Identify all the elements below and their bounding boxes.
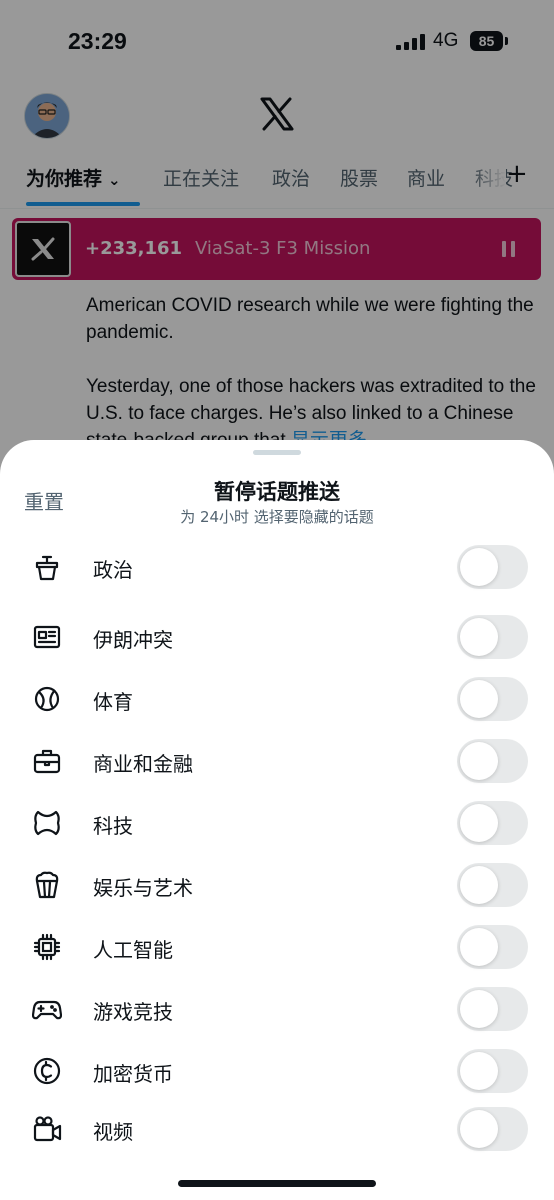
topic-label: 商业和金融 (93, 752, 193, 776)
pause-topics-sheet: 重置 暂停话题推送 为 24小时 选择要隐藏的话题 政治 伊朗冲突 体育 商业和… (0, 440, 554, 1200)
toggle-knob (460, 1110, 498, 1148)
briefcase-icon (32, 746, 62, 776)
topic-toggle[interactable] (457, 1107, 528, 1151)
topic-row-crypto: 加密货币 (0, 1040, 554, 1102)
topic-toggle[interactable] (457, 863, 528, 907)
toggle-knob (460, 928, 498, 966)
video-camera-icon (32, 1114, 62, 1144)
topic-row-ai: 人工智能 (0, 916, 554, 978)
toggle-knob (460, 680, 498, 718)
crypto-icon (32, 1056, 62, 1086)
sheet-grabber[interactable] (253, 450, 301, 455)
toggle-knob (460, 548, 498, 586)
topic-label: 娱乐与艺术 (93, 876, 193, 900)
gamepad-icon (32, 994, 62, 1024)
news-icon (32, 622, 62, 652)
topic-toggle[interactable] (457, 615, 528, 659)
topic-label: 人工智能 (93, 938, 173, 962)
chip-icon (32, 932, 62, 962)
topic-toggle[interactable] (457, 677, 528, 721)
topic-row-sports: 体育 (0, 668, 554, 730)
topic-label: 政治 (93, 558, 133, 582)
home-indicator[interactable] (178, 1180, 376, 1187)
sheet-subtitle: 为 24小时 选择要隐藏的话题 (180, 508, 374, 526)
topic-toggle[interactable] (457, 739, 528, 783)
toggle-knob (460, 1052, 498, 1090)
topic-row-business-finance: 商业和金融 (0, 730, 554, 792)
toggle-knob (460, 866, 498, 904)
topic-row-entertainment-arts: 娱乐与艺术 (0, 854, 554, 916)
podium-icon (32, 552, 62, 582)
topic-toggle[interactable] (457, 987, 528, 1031)
topic-row-gaming: 游戏竞技 (0, 978, 554, 1040)
tech-icon (32, 808, 62, 838)
toggle-knob (460, 618, 498, 656)
popcorn-icon (32, 870, 62, 900)
ball-icon (32, 684, 62, 714)
topic-label: 视频 (93, 1120, 133, 1144)
topic-label: 加密货币 (93, 1062, 173, 1086)
topic-toggle[interactable] (457, 1049, 528, 1093)
topic-row-politics: 政治 (0, 536, 554, 598)
toggle-knob (460, 990, 498, 1028)
topic-row-technology: 科技 (0, 792, 554, 854)
toggle-knob (460, 742, 498, 780)
topic-toggle[interactable] (457, 925, 528, 969)
topic-row-video: 视频 (0, 1098, 554, 1160)
topic-label: 伊朗冲突 (93, 628, 173, 652)
topic-toggle[interactable] (457, 545, 528, 589)
topic-label: 体育 (93, 690, 133, 714)
toggle-knob (460, 804, 498, 842)
sheet-title: 暂停话题推送 (214, 480, 340, 504)
topic-row-iran-conflict: 伊朗冲突 (0, 606, 554, 668)
topic-label: 科技 (93, 814, 133, 838)
topic-toggle[interactable] (457, 801, 528, 845)
topic-label: 游戏竞技 (93, 1000, 173, 1024)
